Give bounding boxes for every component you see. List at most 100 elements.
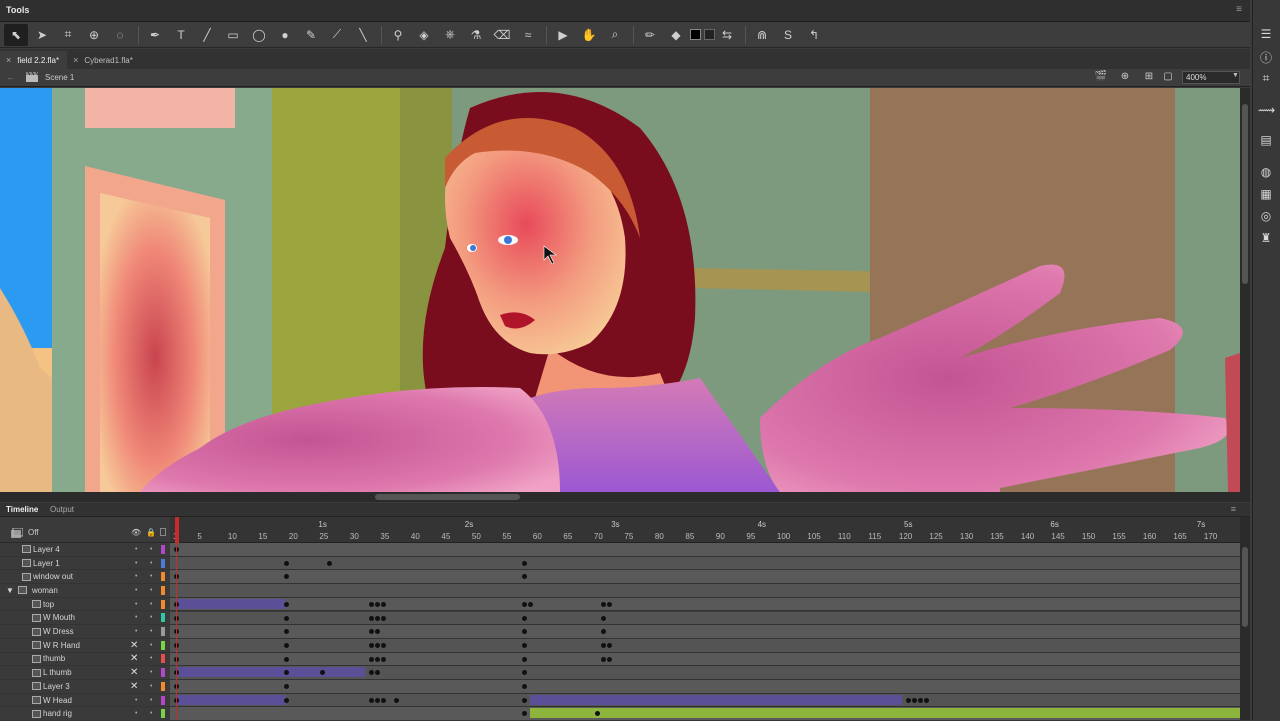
keyframe[interactable] [283,601,289,607]
layer-row[interactable]: W Mouth • • [0,612,170,626]
keyframe[interactable] [369,656,375,662]
hidden-layer-icon[interactable]: ✕ [130,681,138,692]
lock-dot[interactable]: • [150,669,152,676]
frame-row[interactable] [170,597,1240,612]
lock-dot[interactable]: • [150,628,152,635]
layer-color-chip[interactable] [161,544,165,554]
keyframe[interactable] [369,629,375,635]
paint-brush-tool-icon[interactable]: ⟋ [325,24,349,46]
visibility-dot[interactable]: • [135,560,137,567]
lock-dot[interactable]: • [150,546,152,553]
keyframe[interactable] [521,656,527,662]
close-icon[interactable]: × [6,55,11,65]
layer-row[interactable]: W R Hand ✕ • [0,639,170,653]
lock-dot[interactable]: • [150,560,152,567]
frame-row[interactable] [170,693,1240,708]
keyframe[interactable] [521,711,527,717]
visibility-dot[interactable]: • [135,587,137,594]
layer-row[interactable]: window out • • [0,570,170,585]
keyframe[interactable] [369,601,375,607]
keyframe[interactable] [521,615,527,621]
text-tool-icon[interactable]: T [169,24,193,46]
motion-tween-span[interactable] [529,694,902,705]
layer-row[interactable]: top • • [0,598,170,612]
motion-editor-icon[interactable]: ⟿ [1258,102,1275,118]
layer-row[interactable]: ▼ woman • • [0,584,170,598]
keyframe[interactable] [375,615,381,621]
keyframe[interactable] [601,615,606,621]
keyframe[interactable] [375,670,381,676]
keyframe[interactable] [375,601,381,607]
keyframe[interactable] [375,642,381,648]
frame-row[interactable] [170,652,1240,667]
panel-menu-icon[interactable]: ≡ [1231,504,1236,514]
components-icon[interactable]: ♜ [1258,230,1274,246]
frame-row[interactable] [170,556,1240,571]
playhead[interactable] [175,517,179,543]
center-stage-icon[interactable]: ⊞ [1142,71,1156,85]
layer-color-chip[interactable] [161,709,165,719]
frame-row[interactable] [170,638,1240,653]
stroke-color-icon[interactable]: ✏ [638,24,662,46]
keyframe[interactable] [912,697,918,703]
fill-color-icon[interactable]: ◆ [664,24,688,46]
eraser-tool-icon[interactable]: ⌫ [490,24,514,46]
keyframe[interactable] [521,574,527,580]
layer-color-chip[interactable] [161,572,165,582]
keyframe[interactable] [521,642,527,648]
pencil-tool-icon[interactable]: ✎ [299,24,323,46]
scrollbar-thumb[interactable] [375,494,520,500]
edit-symbols-icon[interactable]: ⊕ [1118,71,1132,85]
keyframe[interactable] [369,642,375,648]
lock-dot[interactable]: • [150,642,152,649]
lock-dot[interactable]: • [150,587,152,594]
snap-to-objects-icon[interactable]: ⋒ [750,24,774,46]
motion-tween-span[interactable] [176,667,366,678]
keyframe[interactable] [906,697,911,703]
motion-tween-span[interactable] [176,598,286,609]
visibility-dot[interactable]: • [135,614,137,621]
keyframe[interactable] [369,615,375,621]
back-arrow-icon[interactable]: ← [6,72,15,82]
keyframe[interactable] [607,601,613,607]
cc-libraries-icon[interactable]: ◎ [1258,208,1274,224]
layer-color-chip[interactable] [161,558,165,568]
keyframe[interactable] [283,656,289,662]
keyframe[interactable] [283,697,289,703]
keyframe[interactable] [601,601,606,607]
visibility-dot[interactable]: • [135,697,137,704]
keyframe[interactable] [393,697,399,703]
onion-skin-toggle[interactable]: Off [28,528,39,537]
library-icon[interactable]: ▤ [1258,132,1274,148]
clip-content-icon[interactable]: ▢ [1161,71,1175,85]
lock-dot[interactable]: • [150,601,152,608]
keyframe[interactable] [521,670,527,676]
layer-row[interactable]: Layer 1 • • [0,557,170,571]
keyframe[interactable] [375,656,381,662]
keyframe[interactable] [375,697,381,703]
frame-row[interactable] [170,680,1240,694]
keyframe[interactable] [607,642,613,648]
visibility-dot[interactable]: • [135,601,137,608]
keyframe[interactable] [918,697,924,703]
edit-scene-icon[interactable]: 🎬 [1094,71,1108,85]
straighten-icon[interactable]: ↰ [802,24,826,46]
close-icon[interactable]: × [73,55,78,65]
layer-row[interactable]: W Head • • [0,694,170,708]
keyframe[interactable] [369,697,375,703]
keyframe[interactable] [521,629,527,635]
layer-color-chip[interactable] [161,613,165,623]
hidden-layer-icon[interactable]: ✕ [130,653,138,664]
layer-row[interactable]: L thumb ✕ • [0,666,170,680]
hand-tool-icon[interactable]: ✋ [577,24,601,46]
bone-tool-icon[interactable]: ⚲ [386,24,410,46]
shape-tween-span[interactable] [529,708,1244,719]
keyframe[interactable] [924,697,930,703]
fill-swatch[interactable] [704,29,715,40]
rectangle-tool-icon[interactable]: ▭ [221,24,245,46]
properties-icon[interactable]: ☰ [1258,26,1274,42]
layer-color-chip[interactable] [161,654,165,664]
scene-name[interactable]: Scene 1 [45,73,74,82]
keyframe[interactable] [283,629,289,635]
layer-row[interactable]: Layer 3 ✕ • [0,680,170,694]
